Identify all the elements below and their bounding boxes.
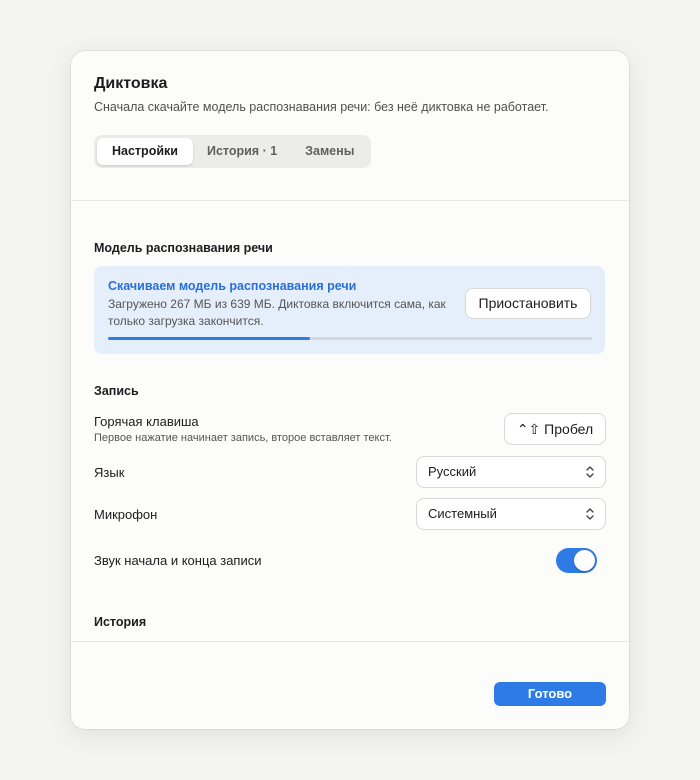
dialog-header: Диктовка Сначала скачайте модель распозн… xyxy=(71,51,629,201)
toggle-knob xyxy=(574,550,595,571)
record-sound-toggle[interactable] xyxy=(556,548,597,573)
dictation-dialog: Диктовка Сначала скачайте модель распозн… xyxy=(71,51,629,729)
chevron-up-down-icon xyxy=(586,466,594,478)
microphone-select-value: Системный xyxy=(428,506,497,521)
download-progress-fill xyxy=(108,337,311,340)
chevron-up-down-icon xyxy=(586,508,594,520)
language-select[interactable]: Русский xyxy=(416,456,606,488)
done-button[interactable]: Готово xyxy=(494,682,606,706)
microphone-label: Микрофон xyxy=(94,507,158,522)
download-status-desc: Загружено 267 МБ из 639 МБ. Диктовка вкл… xyxy=(108,297,446,328)
hotkey-field[interactable]: ⌃⇧ Пробел xyxy=(504,413,606,445)
language-select-value: Русский xyxy=(428,464,477,479)
dialog-title: Диктовка xyxy=(94,75,168,92)
hotkey-hint: Первое нажатие начинает запись, второе в… xyxy=(94,432,392,444)
tab-bar: Настройки История · 1 Замены xyxy=(94,135,372,168)
tab-replacements[interactable]: Замены xyxy=(291,138,368,165)
download-progress-bar xyxy=(108,337,592,340)
model-download-panel: Скачиваем модель распознавания речи Загр… xyxy=(94,266,605,354)
dialog-subtitle: Сначала скачайте модель распознавания ре… xyxy=(94,100,549,114)
record-sound-label: Звук начала и конца записи xyxy=(94,553,262,568)
microphone-select[interactable]: Системный xyxy=(416,498,606,530)
model-section-title: Модель распознавания речи xyxy=(94,241,273,255)
download-status-title: Скачиваем модель распознавания речи xyxy=(108,279,357,293)
recording-section-title: Запись xyxy=(94,384,139,398)
tab-settings[interactable]: Настройки xyxy=(97,138,193,165)
hotkey-label: Горячая клавиша xyxy=(94,414,199,429)
tab-history[interactable]: История · 1 xyxy=(193,138,291,165)
history-section-title: История xyxy=(94,615,147,629)
language-label: Язык xyxy=(94,465,125,480)
settings-body[interactable]: Модель распознавания речи Скачиваем моде… xyxy=(71,201,629,641)
dialog-footer: Готово xyxy=(71,641,629,729)
pause-button[interactable]: Приостановить xyxy=(465,288,591,319)
